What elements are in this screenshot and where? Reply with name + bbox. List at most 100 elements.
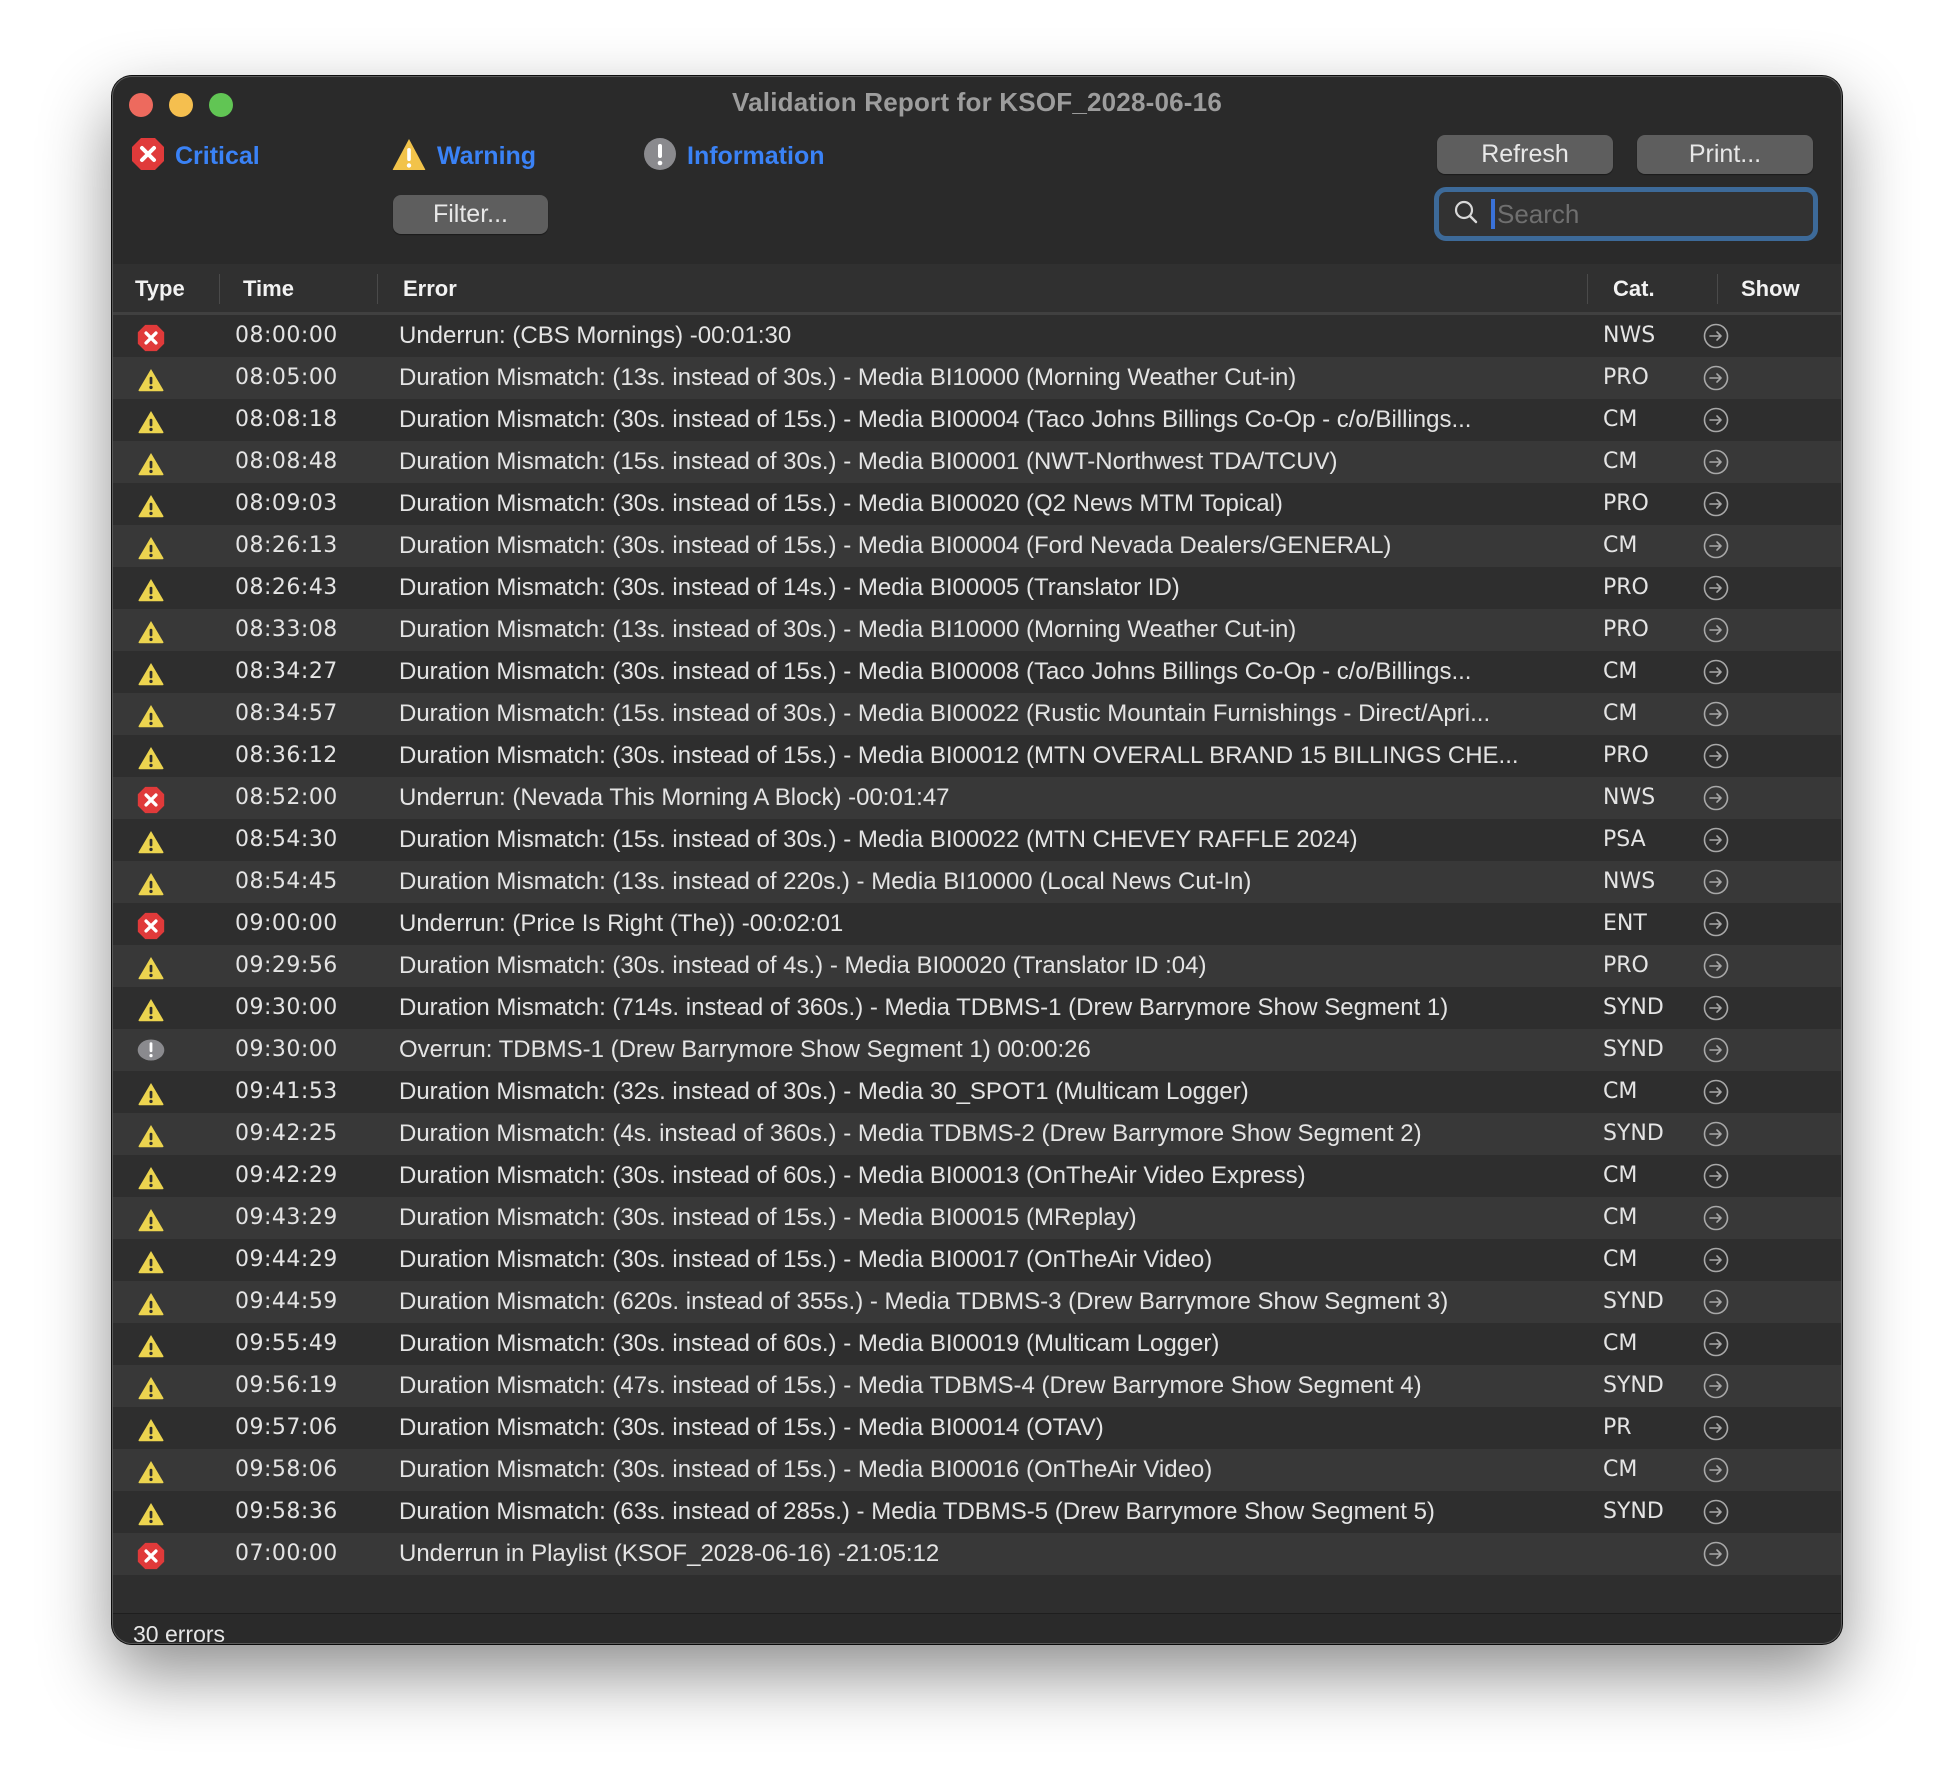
table-row[interactable]: 09:44:59 Duration Mismatch: (620s. instea…	[113, 1281, 1841, 1323]
refresh-button[interactable]: Refresh	[1437, 135, 1613, 174]
show-arrow-icon[interactable]	[1703, 449, 1729, 475]
table-row[interactable]: 09:58:36 Duration Mismatch: (63s. instead…	[113, 1491, 1841, 1533]
filter-button[interactable]: Filter...	[393, 195, 548, 234]
row-category: CM	[1603, 1163, 1638, 1188]
column-header-category[interactable]: Cat.	[1613, 264, 1655, 312]
table-row[interactable]: 09:30:00 Duration Mismatch: (714s. instea…	[113, 987, 1841, 1029]
table-row[interactable]: 08:26:43 Duration Mismatch: (30s. instead…	[113, 567, 1841, 609]
table-row[interactable]: 08:34:27 Duration Mismatch: (30s. instead…	[113, 651, 1841, 693]
show-arrow-icon[interactable]	[1703, 407, 1729, 433]
table-row[interactable]: 09:42:25 Duration Mismatch: (4s. instead …	[113, 1113, 1841, 1155]
validation-report-window: Validation Report for KSOF_2028-06-16 Cr…	[112, 76, 1842, 1644]
show-arrow-icon[interactable]	[1703, 1457, 1729, 1483]
show-arrow-icon[interactable]	[1703, 617, 1729, 643]
show-arrow-icon[interactable]	[1703, 1331, 1729, 1357]
table-row[interactable]: 09:29:56 Duration Mismatch: (30s. instead…	[113, 945, 1841, 987]
row-category: CM	[1603, 1205, 1638, 1230]
show-arrow-icon[interactable]	[1703, 365, 1729, 391]
column-header-show[interactable]: Show	[1741, 264, 1800, 312]
critical-toggle[interactable]: Critical	[131, 137, 260, 176]
table-row[interactable]: 08:00:00 Underrun: (CBS Mornings) -00:01:…	[113, 315, 1841, 357]
table-row[interactable]: 08:54:45 Duration Mismatch: (13s. instead…	[113, 861, 1841, 903]
warning-triangle-icon	[137, 1374, 165, 1400]
table-row[interactable]: 08:05:00 Duration Mismatch: (13s. instead…	[113, 357, 1841, 399]
show-arrow-icon[interactable]	[1703, 701, 1729, 727]
show-arrow-icon[interactable]	[1703, 785, 1729, 811]
column-header-type[interactable]: Type	[135, 264, 185, 312]
search-input[interactable]	[1495, 198, 1797, 230]
search-field[interactable]	[1434, 187, 1818, 241]
show-arrow-icon[interactable]	[1703, 743, 1729, 769]
table-row[interactable]: 09:43:29 Duration Mismatch: (30s. instead…	[113, 1197, 1841, 1239]
show-arrow-icon[interactable]	[1703, 995, 1729, 1021]
table-row[interactable]: 09:55:49 Duration Mismatch: (30s. instead…	[113, 1323, 1841, 1365]
table-row[interactable]: 08:33:08 Duration Mismatch: (13s. instead…	[113, 609, 1841, 651]
show-arrow-icon[interactable]	[1703, 911, 1729, 937]
table-row[interactable]: 08:08:48 Duration Mismatch: (15s. instead…	[113, 441, 1841, 483]
show-arrow-icon[interactable]	[1703, 575, 1729, 601]
critical-x-icon	[137, 324, 165, 352]
table-empty-space	[113, 1575, 1841, 1611]
column-header-error[interactable]: Error	[403, 264, 457, 312]
table-row[interactable]: 09:30:00 Overrun: TDBMS-1 (Drew Barrymore…	[113, 1029, 1841, 1071]
show-arrow-icon[interactable]	[1703, 1205, 1729, 1231]
table-row[interactable]: 07:00:00 Underrun in Playlist (KSOF_2028-…	[113, 1533, 1841, 1575]
show-arrow-icon[interactable]	[1703, 827, 1729, 853]
show-arrow-icon[interactable]	[1703, 1121, 1729, 1147]
table-row[interactable]: 09:41:53 Duration Mismatch: (32s. instead…	[113, 1071, 1841, 1113]
show-arrow-icon[interactable]	[1703, 1373, 1729, 1399]
table-row[interactable]: 09:00:00 Underrun: (Price Is Right (The))…	[113, 903, 1841, 945]
row-error: Duration Mismatch: (620s. instead of 355…	[399, 1288, 1449, 1315]
warning-toggle[interactable]: Warning	[391, 137, 536, 176]
row-category: NWS	[1603, 869, 1656, 894]
show-arrow-icon[interactable]	[1703, 533, 1729, 559]
show-arrow-icon[interactable]	[1703, 1499, 1729, 1525]
show-arrow-icon[interactable]	[1703, 1541, 1729, 1567]
critical-label: Critical	[175, 142, 260, 170]
show-arrow-icon[interactable]	[1703, 1037, 1729, 1063]
column-separator[interactable]	[219, 274, 220, 304]
table-row[interactable]: 09:57:06 Duration Mismatch: (30s. instead…	[113, 1407, 1841, 1449]
print-button[interactable]: Print...	[1637, 135, 1813, 174]
row-error: Duration Mismatch: (15s. instead of 30s.…	[399, 826, 1358, 853]
row-error: Duration Mismatch: (30s. instead of 15s.…	[399, 532, 1392, 559]
table-row[interactable]: 08:08:18 Duration Mismatch: (30s. instead…	[113, 399, 1841, 441]
column-header-time[interactable]: Time	[243, 264, 294, 312]
table-row[interactable]: 09:56:19 Duration Mismatch: (47s. instead…	[113, 1365, 1841, 1407]
table-row[interactable]: 08:26:13 Duration Mismatch: (30s. instead…	[113, 525, 1841, 567]
show-arrow-icon[interactable]	[1703, 1415, 1729, 1441]
warning-triangle-icon	[137, 1080, 165, 1106]
table-row[interactable]: 08:36:12 Duration Mismatch: (30s. instead…	[113, 735, 1841, 777]
column-separator[interactable]	[1717, 274, 1718, 304]
table-row[interactable]: 09:44:29 Duration Mismatch: (30s. instead…	[113, 1239, 1841, 1281]
column-separator[interactable]	[377, 274, 378, 304]
table-row[interactable]: 08:34:57 Duration Mismatch: (15s. instead…	[113, 693, 1841, 735]
warning-triangle-icon	[137, 660, 165, 686]
show-arrow-icon[interactable]	[1703, 323, 1729, 349]
show-arrow-icon[interactable]	[1703, 1289, 1729, 1315]
information-toggle[interactable]: Information	[643, 137, 825, 176]
row-time: 09:43:29	[235, 1205, 338, 1230]
show-arrow-icon[interactable]	[1703, 869, 1729, 895]
errors-table: Type Time Error Cat. Show 08:00:00 Underr…	[113, 264, 1841, 1613]
row-category: NWS	[1603, 785, 1656, 810]
row-category: PRO	[1603, 617, 1649, 642]
table-row[interactable]: 08:52:00 Underrun: (Nevada This Morning A…	[113, 777, 1841, 819]
show-arrow-icon[interactable]	[1703, 491, 1729, 517]
table-row[interactable]: 09:58:06 Duration Mismatch: (30s. instead…	[113, 1449, 1841, 1491]
table-row[interactable]: 08:09:03 Duration Mismatch: (30s. instead…	[113, 483, 1841, 525]
show-arrow-icon[interactable]	[1703, 659, 1729, 685]
warning-triangle-icon	[137, 744, 165, 770]
row-error: Underrun: (CBS Mornings) -00:01:30	[399, 322, 792, 349]
search-icon	[1439, 199, 1479, 230]
show-arrow-icon[interactable]	[1703, 1163, 1729, 1189]
show-arrow-icon[interactable]	[1703, 1079, 1729, 1105]
row-time: 09:55:49	[235, 1331, 338, 1356]
warning-triangle-icon	[137, 534, 165, 560]
column-separator[interactable]	[1587, 274, 1588, 304]
row-time: 09:44:59	[235, 1289, 338, 1314]
table-row[interactable]: 08:54:30 Duration Mismatch: (15s. instead…	[113, 819, 1841, 861]
show-arrow-icon[interactable]	[1703, 953, 1729, 979]
show-arrow-icon[interactable]	[1703, 1247, 1729, 1273]
table-row[interactable]: 09:42:29 Duration Mismatch: (30s. instead…	[113, 1155, 1841, 1197]
